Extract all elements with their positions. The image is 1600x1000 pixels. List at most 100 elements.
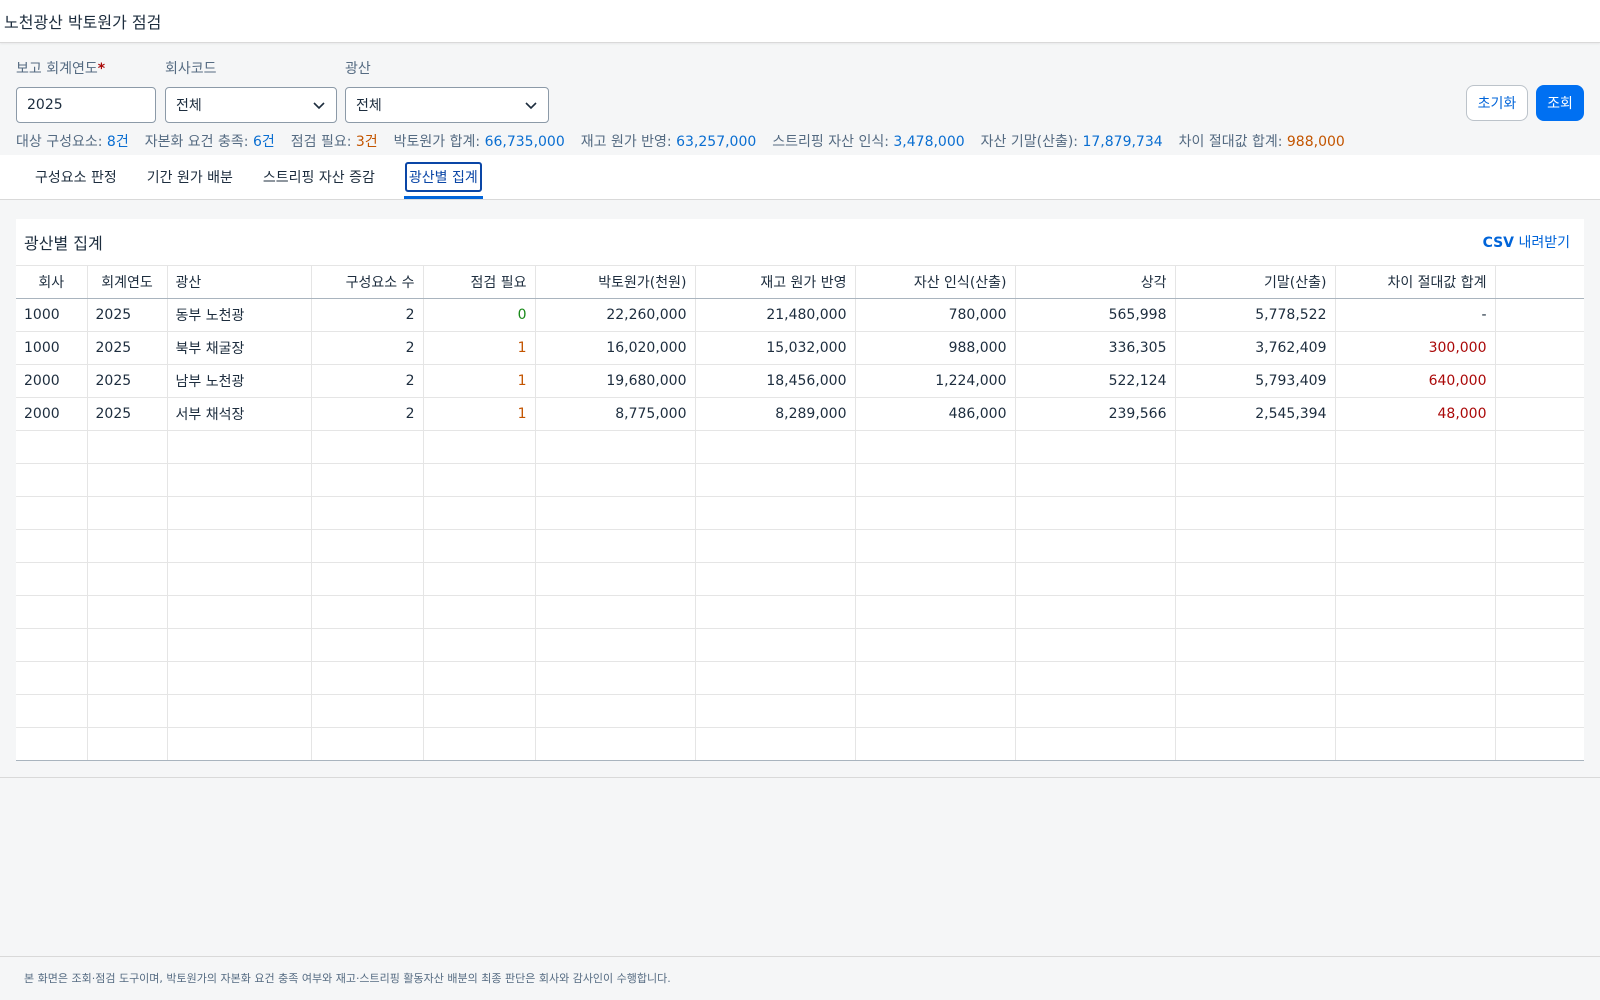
empty-cell <box>855 496 1016 530</box>
empty-cell <box>1015 463 1176 497</box>
column-header[interactable]: 광산 <box>167 265 312 299</box>
stat-value: 8건 <box>106 134 129 150</box>
table-cell: 780,000 <box>855 298 1016 332</box>
company-select[interactable]: 전체 <box>165 87 337 123</box>
tab-label: 광산별 집계 <box>404 162 482 192</box>
empty-cell <box>167 562 312 596</box>
empty-cell <box>1175 595 1336 629</box>
year-label: 보고 회계연도* <box>16 59 156 79</box>
table-cell: 2025 <box>87 298 168 332</box>
tab-label: 기간 원가 배분 <box>146 170 233 186</box>
empty-cell <box>1335 661 1496 695</box>
table-cell: 1 <box>423 397 536 431</box>
table-cell: 2000 <box>16 397 88 431</box>
table-body: 1000 2025 동부 노천광 2 0 22,260,000 21,480,000 780,… <box>16 298 1584 761</box>
empty-cell <box>311 562 424 596</box>
table-cell: 19,680,000 <box>535 364 696 398</box>
empty-row <box>16 595 1584 629</box>
empty-cell <box>535 628 696 662</box>
stat-label: 차이 절대값 합계: <box>1178 134 1287 150</box>
row-filler <box>1494 727 1584 761</box>
empty-cell <box>695 430 856 464</box>
table-cell: 1 <box>423 364 536 398</box>
empty-cell <box>423 496 536 530</box>
empty-cell <box>167 694 312 728</box>
tab-period-allocation[interactable]: 기간 원가 배분 <box>132 155 248 199</box>
csv-label-suffix: 내려받기 <box>1514 235 1570 251</box>
mine-summary-card: 광산별 집계 CSV 내려받기 회사 회계연도 광산 구성요소 수 점검 필요 … <box>16 219 1584 761</box>
stat-stripping-total: 박토원가 합계: 66,735,000 <box>394 131 565 151</box>
empty-cell <box>535 595 696 629</box>
table-cell: 동부 노천광 <box>167 298 312 332</box>
table-cell: 16,020,000 <box>535 331 696 365</box>
year-input[interactable]: 2025 <box>16 87 156 123</box>
empty-cell <box>423 727 536 761</box>
empty-row <box>16 463 1584 497</box>
row-filler <box>1494 694 1584 728</box>
reset-button[interactable]: 초기화 <box>1466 85 1528 121</box>
stat-value: 988,000 <box>1286 134 1345 150</box>
stat-label: 재고 원가 반영: <box>580 134 677 150</box>
table-cell: 640,000 <box>1335 364 1496 398</box>
empty-row <box>16 430 1584 464</box>
column-header[interactable]: 구성요소 수 <box>311 265 424 299</box>
empty-cell <box>87 727 168 761</box>
stat-value: 17,879,734 <box>1082 134 1163 150</box>
empty-row <box>16 496 1584 530</box>
table-row[interactable]: 2000 2025 남부 노천광 2 1 19,680,000 18,456,000 1,22… <box>16 364 1584 398</box>
row-filler <box>1494 331 1584 365</box>
table-row[interactable]: 1000 2025 동부 노천광 2 0 22,260,000 21,480,000 780,… <box>16 298 1584 332</box>
empty-cell <box>695 562 856 596</box>
empty-cell <box>16 430 88 464</box>
row-filler <box>1494 298 1584 332</box>
empty-row <box>16 727 1584 761</box>
row-filler <box>1494 364 1584 398</box>
empty-cell <box>695 661 856 695</box>
empty-cell <box>423 430 536 464</box>
column-header[interactable]: 박토원가(천원) <box>535 265 696 299</box>
empty-cell <box>167 628 312 662</box>
column-header[interactable]: 점검 필요 <box>423 265 536 299</box>
row-filler <box>1494 430 1584 464</box>
table-cell: 2000 <box>16 364 88 398</box>
search-button[interactable]: 조회 <box>1536 85 1584 121</box>
empty-cell <box>16 496 88 530</box>
empty-row <box>16 694 1584 728</box>
tab-mine-summary[interactable]: 광산별 집계 <box>390 155 497 199</box>
table-cell: 22,260,000 <box>535 298 696 332</box>
mine-select[interactable]: 전체 <box>345 87 549 123</box>
column-header[interactable]: 재고 원가 반영 <box>695 265 856 299</box>
row-filler <box>1494 397 1584 431</box>
table-cell: - <box>1335 298 1496 332</box>
column-header[interactable]: 기말(산출) <box>1175 265 1336 299</box>
empty-cell <box>167 430 312 464</box>
column-header[interactable]: 차이 절대값 합계 <box>1335 265 1496 299</box>
empty-cell <box>87 694 168 728</box>
empty-cell <box>16 463 88 497</box>
column-header[interactable]: 상각 <box>1015 265 1176 299</box>
stat-value: 63,257,000 <box>676 134 757 150</box>
row-filler <box>1494 463 1584 497</box>
column-header[interactable]: 회계연도 <box>87 265 168 299</box>
empty-cell <box>311 595 424 629</box>
table-row[interactable]: 2000 2025 서부 채석장 2 1 8,775,000 8,289,000 486,00… <box>16 397 1584 431</box>
empty-cell <box>311 628 424 662</box>
empty-cell <box>1015 430 1176 464</box>
column-header[interactable]: 회사 <box>16 265 88 299</box>
csv-download-link[interactable]: CSV 내려받기 <box>1483 232 1570 252</box>
table-cell: 북부 채굴장 <box>167 331 312 365</box>
table-cell: 336,305 <box>1015 331 1176 365</box>
tab-stripping-asset[interactable]: 스트리핑 자산 증감 <box>248 155 390 199</box>
empty-cell <box>16 529 88 563</box>
table-row[interactable]: 1000 2025 북부 채굴장 2 1 16,020,000 15,032,000 988,… <box>16 331 1584 365</box>
empty-cell <box>16 727 88 761</box>
year-field: 보고 회계연도* 2025 <box>16 59 156 123</box>
empty-cell <box>167 463 312 497</box>
tab-component-judgment[interactable]: 구성요소 판정 <box>20 155 132 199</box>
table-cell: 서부 채석장 <box>167 397 312 431</box>
stat-inventory: 재고 원가 반영: 63,257,000 <box>581 131 757 151</box>
empty-cell <box>1175 430 1336 464</box>
empty-cell <box>1335 694 1496 728</box>
column-header[interactable]: 자산 인식(산출) <box>855 265 1016 299</box>
empty-cell <box>423 529 536 563</box>
